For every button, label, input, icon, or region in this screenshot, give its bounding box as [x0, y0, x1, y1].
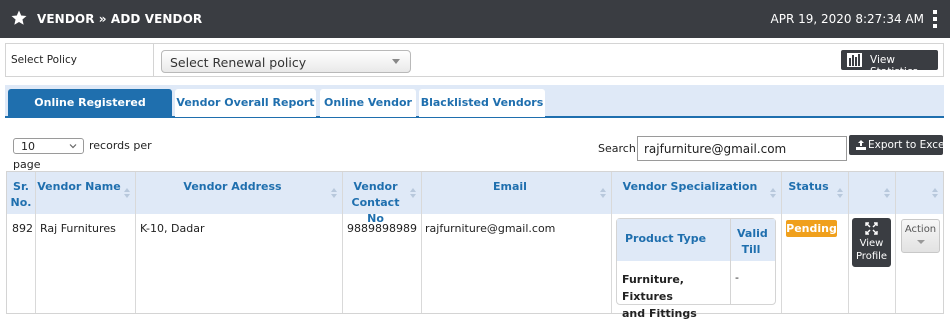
column-divider [848, 172, 849, 313]
valid-till-header-line2: Till [741, 243, 761, 256]
top-bar: VENDOR » ADD VENDOR APR 19, 2020 8:27:34… [0, 0, 950, 38]
column-vendor-address[interactable]: Vendor Address [135, 172, 342, 214]
product-type-cell: Furniture, Fixtures and Fittings [622, 271, 728, 319]
view-profile-label-2: Profile [855, 251, 888, 262]
valid-till-header: Valid Till [737, 226, 768, 258]
view-statistics-label: View Statistics [870, 54, 918, 78]
select-policy-label: Select Policy [11, 54, 77, 66]
tab-vendor-overall-report[interactable]: Vendor Overall Report [175, 89, 316, 117]
product-type-header: Product Type [625, 232, 707, 245]
view-profile-button[interactable]: View Profile [852, 218, 891, 267]
valid-till-cell: - [735, 271, 739, 284]
valid-till-header-line1: Valid [737, 227, 768, 240]
tab-online-vendor[interactable]: Online Vendor [320, 89, 416, 117]
column-vendor-address-label: Vendor Address [183, 180, 282, 193]
records-per-page-value: 10 [21, 140, 35, 153]
page-label: page [13, 158, 41, 171]
cell-email: rajfurniture@gmail.com [425, 222, 556, 235]
column-sr-no-line2: No. [10, 196, 32, 209]
view-statistics-button[interactable]: View Statistics [841, 50, 938, 78]
star-icon[interactable] [10, 9, 28, 27]
product-type-line1: Furniture, Fixtures [622, 273, 684, 303]
tab-online-registered-vendors[interactable]: Online Registered Vendors [8, 89, 172, 137]
column-vendor-specialization[interactable]: Vendor Specialization [611, 172, 781, 214]
column-view[interactable] [848, 172, 895, 214]
sort-icon [410, 188, 416, 198]
cell-vendor-contact: 9889898989 [347, 222, 417, 235]
action-dropdown-button[interactable]: Action [901, 219, 940, 253]
specialization-subtable: Product Type Valid Till Furniture, Fixtur… [616, 218, 776, 319]
view-profile-label-1: View [859, 238, 884, 249]
export-to-excel-label: Export to Excel [868, 139, 948, 151]
renewal-policy-value: Select Renewal policy [170, 55, 307, 70]
status-badge: Pending [786, 220, 837, 237]
column-status[interactable]: Status [781, 172, 848, 214]
column-sr-no[interactable]: Sr. No. [7, 172, 35, 214]
renewal-policy-select[interactable]: Select Renewal policy [161, 50, 411, 73]
sort-icon [837, 188, 843, 198]
cell-vendor-name: Raj Furnitures [40, 222, 116, 235]
column-divider [421, 172, 422, 313]
column-sr-no-line1: Sr. [13, 180, 29, 193]
sort-icon [124, 188, 130, 198]
dropdown-arrow-icon [392, 59, 400, 64]
vendors-table: Sr. No. Vendor Name Vendor Address Vendor… [6, 171, 944, 319]
action-label: Action [904, 224, 937, 235]
search-value: rajfurniture@gmail.com [644, 142, 787, 156]
column-vendor-contact-line1: Vendor [353, 180, 398, 193]
tab-bar: Online Registered Vendors Vendor Overall… [5, 85, 944, 137]
sort-icon [770, 188, 776, 198]
sort-icon [884, 188, 890, 198]
search-input[interactable]: rajfurniture@gmail.com [637, 136, 847, 161]
specialization-divider [730, 219, 731, 304]
chevron-down-icon [69, 144, 77, 149]
divider [153, 44, 154, 76]
bar-chart-icon [847, 53, 862, 67]
sort-icon [331, 188, 337, 198]
export-to-excel-button[interactable]: Export to Excel [849, 135, 947, 155]
cell-sr-no: 892 [12, 222, 33, 235]
expand-icon [865, 222, 878, 235]
caret-down-icon [917, 240, 925, 244]
policy-row: Select Policy Select Renewal policy View… [5, 43, 944, 78]
column-email-label: Email [493, 180, 527, 193]
page-title: VENDOR » ADD VENDOR [37, 12, 203, 26]
product-type-line2: and Fittings [622, 307, 697, 319]
column-vendor-contact[interactable]: Vendor Contact No [342, 172, 421, 225]
column-email[interactable]: Email [421, 172, 611, 214]
column-divider [895, 172, 896, 313]
sort-icon [600, 188, 606, 198]
column-vendor-name[interactable]: Vendor Name [35, 172, 135, 214]
column-divider [35, 172, 36, 313]
column-status-label: Status [788, 180, 829, 193]
records-per-page-select[interactable]: 10 [13, 138, 84, 154]
column-divider [781, 172, 782, 313]
column-divider [611, 172, 612, 313]
column-divider [342, 172, 343, 313]
tab-blacklisted-vendors[interactable]: Blacklisted Vendors [419, 89, 545, 117]
kebab-menu-icon[interactable] [933, 10, 938, 28]
datetime-display: APR 19, 2020 8:27:34 AM [770, 12, 925, 26]
column-vendor-name-label: Vendor Name [37, 180, 121, 193]
column-divider [135, 172, 136, 313]
upload-icon [856, 140, 866, 150]
table-header: Sr. No. Vendor Name Vendor Address Vendor… [7, 172, 943, 225]
column-vendor-specialization-label: Vendor Specialization [622, 180, 758, 193]
sort-icon [932, 188, 938, 198]
column-action[interactable] [895, 172, 943, 214]
column-vendor-contact-line2: Contact No [351, 196, 400, 225]
cell-vendor-address: K-10, Dadar [140, 222, 205, 235]
search-label: Search: [598, 142, 640, 155]
records-per-label: records per [89, 139, 152, 152]
